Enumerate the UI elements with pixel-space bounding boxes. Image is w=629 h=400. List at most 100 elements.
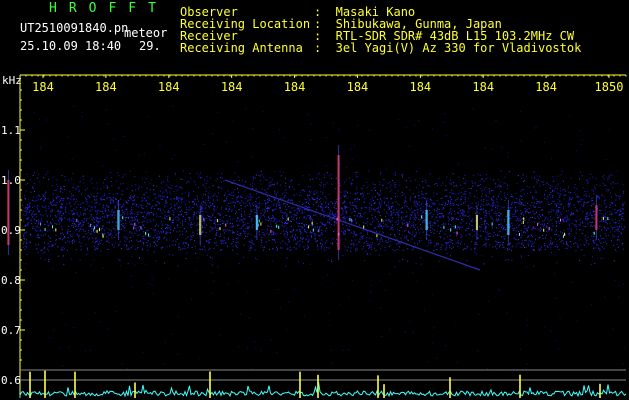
noise-speck bbox=[509, 218, 511, 219]
noise-speck bbox=[174, 204, 176, 206]
noise-speck bbox=[227, 229, 228, 231]
noise-speck bbox=[142, 248, 143, 250]
noise-speck bbox=[496, 205, 498, 207]
noise-speck bbox=[442, 244, 444, 246]
noise-speck bbox=[205, 232, 207, 234]
noise-speck bbox=[52, 268, 54, 270]
noise-speck bbox=[535, 191, 537, 193]
noise-speck bbox=[319, 226, 321, 228]
noise-speck bbox=[597, 195, 599, 197]
noise-speck bbox=[603, 196, 605, 198]
noise-speck bbox=[164, 341, 166, 343]
noise-speck bbox=[201, 204, 203, 205]
noise-speck bbox=[485, 239, 487, 241]
noise-speck bbox=[240, 195, 242, 197]
noise-speck bbox=[326, 172, 328, 174]
noise-speck bbox=[378, 195, 380, 197]
noise-speck bbox=[61, 220, 63, 222]
noise-speck bbox=[484, 223, 485, 225]
noise-speck bbox=[405, 127, 407, 129]
noise-speck bbox=[605, 235, 607, 237]
noise-speck bbox=[370, 284, 372, 286]
noise-speck bbox=[390, 227, 392, 229]
noise-speck bbox=[567, 206, 569, 208]
noise-speck bbox=[44, 224, 46, 225]
noise-speck bbox=[237, 346, 239, 348]
noise-speck bbox=[167, 176, 169, 178]
noise-speck bbox=[380, 173, 382, 175]
noise-speck bbox=[359, 198, 360, 200]
noise-speck bbox=[412, 231, 414, 233]
noise-speck bbox=[408, 232, 410, 233]
noise-speck bbox=[136, 248, 138, 250]
noise-speck bbox=[97, 244, 99, 245]
noise-speck bbox=[530, 234, 532, 236]
noise-speck bbox=[491, 206, 493, 208]
noise-speck bbox=[340, 191, 342, 193]
noise-speck bbox=[174, 173, 176, 175]
noise-speck bbox=[237, 281, 239, 283]
noise-speck bbox=[214, 237, 216, 239]
noise-speck bbox=[243, 184, 245, 186]
noise-speck bbox=[127, 263, 129, 264]
noise-speck bbox=[528, 240, 530, 242]
noise-speck bbox=[169, 232, 171, 234]
noise-speck bbox=[32, 174, 34, 176]
noise-speck bbox=[539, 207, 541, 208]
noise-speck bbox=[215, 179, 217, 181]
noise-speck bbox=[79, 259, 81, 261]
noise-speck bbox=[127, 211, 129, 213]
noise-speck bbox=[97, 217, 99, 219]
noise-speck bbox=[431, 241, 433, 243]
noise-speck bbox=[241, 200, 243, 202]
noise-speck bbox=[73, 212, 75, 214]
noise-speck bbox=[42, 215, 44, 217]
noise-speck bbox=[602, 182, 604, 184]
noise-speck bbox=[550, 191, 552, 193]
noise-speck bbox=[137, 226, 139, 228]
noise-speck bbox=[430, 239, 432, 241]
noise-speck bbox=[468, 233, 470, 235]
noise-speck bbox=[593, 247, 595, 249]
noise-speck bbox=[621, 213, 623, 214]
noise-speck bbox=[375, 226, 377, 228]
noise-speck bbox=[508, 243, 510, 245]
noise-speck bbox=[264, 246, 265, 248]
noise-speck bbox=[122, 183, 124, 185]
noise-speck bbox=[141, 197, 143, 199]
noise-speck bbox=[285, 189, 287, 191]
noise-speck bbox=[565, 243, 567, 245]
noise-speck bbox=[410, 196, 412, 198]
noise-speck bbox=[210, 256, 212, 258]
noise-speck bbox=[370, 203, 372, 205]
noise-speck bbox=[296, 230, 298, 232]
noise-speck bbox=[600, 210, 602, 211]
noise-speck bbox=[355, 250, 357, 252]
noise-speck bbox=[356, 244, 358, 245]
noise-speck bbox=[504, 238, 505, 240]
noise-speck bbox=[520, 256, 522, 258]
noise-speck bbox=[263, 234, 265, 236]
noise-speck bbox=[456, 228, 458, 230]
noise-speck bbox=[220, 249, 222, 251]
noise-speck bbox=[575, 232, 577, 234]
ping-fleck bbox=[225, 223, 227, 227]
noise-speck bbox=[455, 185, 457, 186]
noise-speck bbox=[369, 203, 371, 205]
noise-speck bbox=[272, 209, 273, 211]
noise-speck bbox=[541, 228, 542, 230]
noise-speck bbox=[492, 200, 494, 202]
noise-speck bbox=[324, 184, 326, 186]
noise-speck bbox=[67, 249, 68, 251]
noise-speck bbox=[347, 246, 349, 248]
ping-fleck bbox=[122, 216, 124, 220]
noise-speck bbox=[496, 201, 498, 203]
noise-speck bbox=[428, 223, 430, 225]
noise-speck bbox=[569, 223, 571, 225]
noise-speck bbox=[286, 219, 287, 221]
noise-speck bbox=[57, 246, 59, 248]
ping-fleck bbox=[491, 222, 493, 226]
noise-speck bbox=[290, 249, 292, 251]
noise-speck bbox=[87, 231, 89, 233]
noise-speck bbox=[380, 206, 381, 208]
